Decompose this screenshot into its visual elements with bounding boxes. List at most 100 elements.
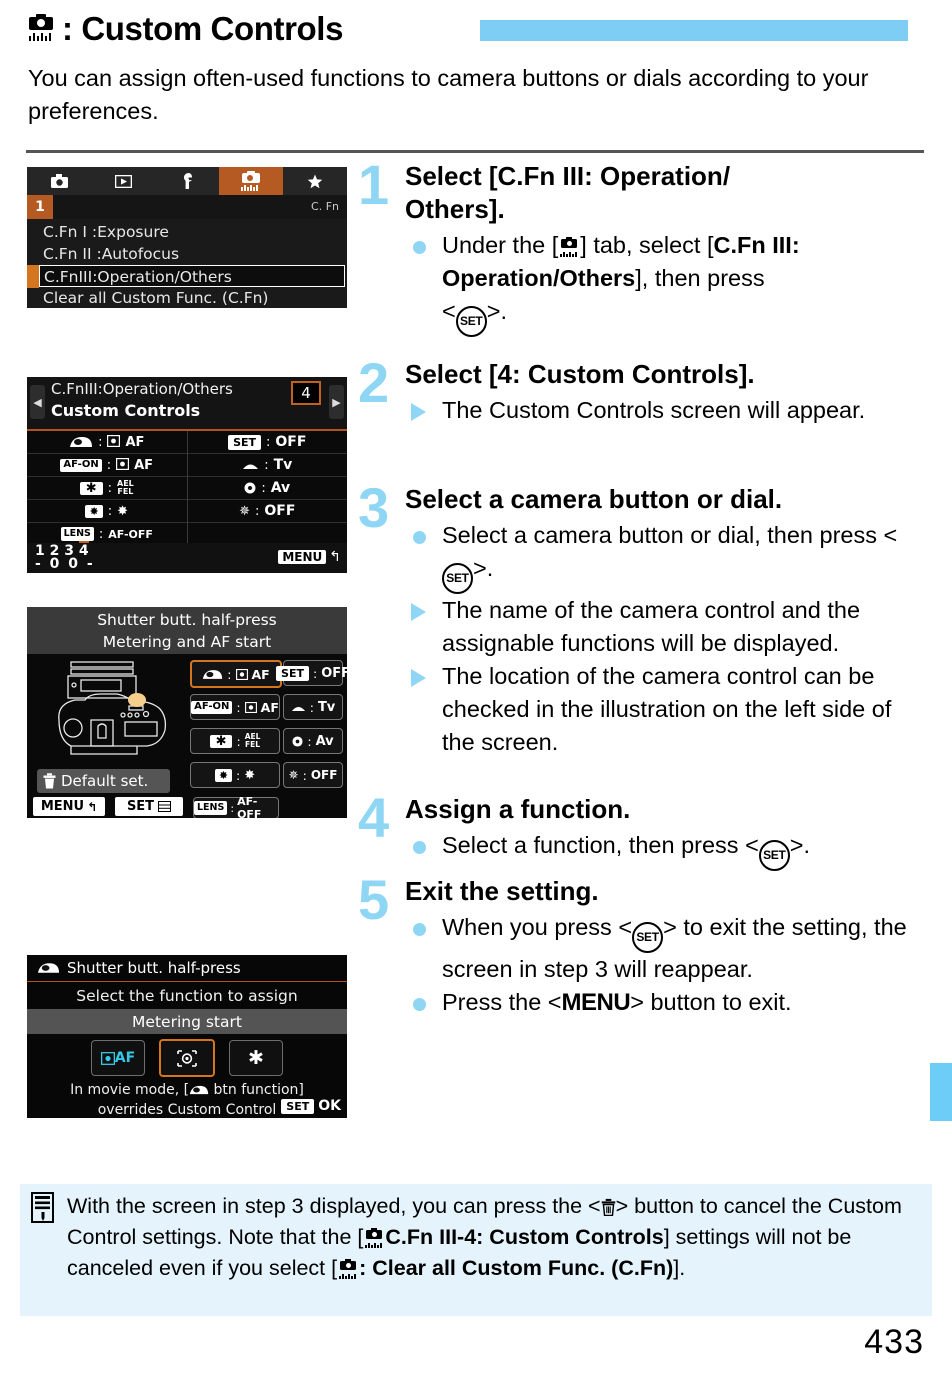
shutter-button-icon xyxy=(189,1085,209,1095)
menu-group-label: C. Fn xyxy=(311,200,339,213)
function-number-badge: 4 xyxy=(291,381,321,405)
control-button-ael[interactable]: ✱: AEL FEL xyxy=(190,728,280,754)
bullet-dot-icon xyxy=(413,841,426,854)
next-arrow-icon[interactable]: ▶ xyxy=(329,385,344,419)
default-set-label: Default set. xyxy=(61,772,149,790)
af-on-button-icon: AF-ON xyxy=(60,458,102,472)
default-set-button[interactable]: Default set. xyxy=(37,769,170,793)
camera-screenshot-step2: ◀ ▶ C.FnIII:Operation/Others Custom Cont… xyxy=(27,377,347,573)
prev-arrow-icon[interactable]: ◀ xyxy=(30,385,45,419)
assignment-row-flash[interactable]: ✸ : ✸ xyxy=(27,500,187,523)
assignment-row-main-dial[interactable]: : Tv xyxy=(187,454,347,477)
option-metering-af[interactable]: AF xyxy=(91,1040,145,1076)
step-3: 3 Select a camera button or dial. Select… xyxy=(358,480,924,793)
set-button[interactable]: SET xyxy=(115,797,183,816)
tab-shooting[interactable] xyxy=(27,167,91,195)
screen4-header: Shutter butt. half-press xyxy=(27,955,347,982)
metering-af-icon xyxy=(107,434,121,450)
control-assignment-grid: : AF AF-ON : AF ✱ : AEL FEL ✸ : ✸ LENS:… xyxy=(27,431,347,543)
ok-label: OK xyxy=(318,1098,341,1114)
option-ael[interactable]: ✱ xyxy=(229,1040,283,1076)
menu-item[interactable]: Clear all Custom Func. (C.Fn) xyxy=(27,287,347,308)
trash-icon xyxy=(601,1198,615,1216)
main-dial-icon xyxy=(243,464,259,469)
control-button-multi-controller[interactable]: ✵: OFF xyxy=(283,762,343,788)
control-button-main-dial[interactable]: : Tv xyxy=(283,694,343,720)
assignment-row-ael[interactable]: ✱ : AEL FEL xyxy=(27,477,187,500)
menu-label: MENU xyxy=(40,799,85,814)
menu-item-selected[interactable]: C.FnIII:Operation/Others xyxy=(39,265,345,287)
menu-return-button[interactable]: MENU ↰ xyxy=(278,549,341,565)
step-bullet: Select a function, then press < SET >. xyxy=(405,829,924,871)
control-button-set[interactable]: SET: OFF xyxy=(276,660,347,686)
control-button-flash[interactable]: ✸: ✸ xyxy=(190,762,280,788)
step-bullet: The name of the camera control and the a… xyxy=(405,594,924,660)
manual-page: : Custom Controls You can assign often-u… xyxy=(0,0,952,1382)
metering-start-icon xyxy=(177,1049,197,1067)
return-arrow-icon: ↰ xyxy=(87,799,98,814)
header-accent-bar xyxy=(480,20,908,41)
assignment-row-afon[interactable]: AF-ON : AF xyxy=(27,454,187,477)
set-key-label: SET xyxy=(281,1098,315,1114)
multi-controller-value: OFF xyxy=(264,503,296,519)
screen4-header-label: Shutter butt. half-press xyxy=(67,959,241,977)
menu-key-label: MENU xyxy=(561,989,631,1016)
step-number: 2 xyxy=(358,351,390,414)
tab-custom-functions[interactable] xyxy=(219,167,283,195)
main-dial-value: Tv xyxy=(273,457,293,473)
bullet-dot-icon xyxy=(413,241,426,254)
step-2: 2 Select [4: Custom Controls]. The Custo… xyxy=(358,351,924,483)
page-title: : Custom Controls xyxy=(62,10,344,47)
lens-value: AF-OFF xyxy=(108,527,153,541)
bullet-triangle-icon xyxy=(411,603,426,621)
assignment-row-multi-controller[interactable]: ✵ : OFF xyxy=(187,500,347,523)
assignment-row-empty xyxy=(188,523,348,545)
camera-screenshot-step4: Shutter butt. half-press Select the func… xyxy=(27,955,347,1118)
instruction-steps: 1 Select [C.Fn III: Operation/Others]. U… xyxy=(358,157,924,1017)
menu-tab-bar xyxy=(27,167,347,195)
note-callout: With the screen in step 3 displayed, you… xyxy=(20,1184,932,1316)
step-number: 5 xyxy=(358,868,390,931)
screen3-title-line1: Shutter butt. half-press xyxy=(97,611,277,629)
tab-playback[interactable] xyxy=(91,167,155,195)
cfn-inline-icon xyxy=(337,1259,359,1279)
ok-confirm-button[interactable]: SET OK xyxy=(281,1098,341,1114)
screen4-note-line1b: btn function] xyxy=(209,1082,304,1098)
note-text: With the screen in step 3 displayed, you… xyxy=(67,1194,902,1280)
page-marks: - 0 0 - xyxy=(35,556,95,572)
screen3-title-line2: Metering and AF start xyxy=(102,633,272,651)
horizontal-divider xyxy=(26,150,924,153)
tab-my-menu[interactable] xyxy=(283,167,347,195)
assignment-row-qc-dial[interactable]: : Av xyxy=(187,477,347,500)
assignment-row-lens[interactable]: LENS : AF-OFF xyxy=(27,523,187,545)
assignment-row-shutter[interactable]: : AF xyxy=(27,431,187,454)
tab-setup[interactable] xyxy=(155,167,219,195)
set-key-icon: SET xyxy=(455,306,487,337)
set-key-icon: SET xyxy=(442,563,473,594)
ael-fel-label: AEL FEL xyxy=(117,478,134,496)
control-button-afon[interactable]: AF-ON: AF xyxy=(190,694,280,720)
quick-control-dial-icon xyxy=(244,482,256,494)
option-metering-start[interactable] xyxy=(159,1039,215,1077)
trash-icon xyxy=(43,773,56,789)
set-label: SET xyxy=(126,799,155,814)
return-arrow-icon: ↰ xyxy=(329,549,341,565)
camera-top-view-illustration xyxy=(58,661,167,755)
screen2-title-line1: C.FnIII:Operation/Others xyxy=(51,380,233,398)
step-bullet: Press the <MENU> button to exit. xyxy=(405,986,924,1019)
selection-indicator xyxy=(27,265,39,288)
menu-item[interactable]: C.Fn I :Exposure xyxy=(27,221,347,243)
menu-item[interactable]: C.Fn II :Autofocus xyxy=(27,243,347,265)
qc-dial-value: Av xyxy=(270,480,291,496)
menu-button[interactable]: MENU ↰ xyxy=(33,797,105,816)
bullet-dot-icon xyxy=(413,923,426,936)
assignment-row-set[interactable]: SET : OFF xyxy=(187,431,347,454)
control-button-qc-dial[interactable]: : Av xyxy=(283,728,343,754)
set-key-icon: SET xyxy=(632,922,664,953)
cfn-camera-icon xyxy=(26,12,60,46)
bullet-triangle-icon xyxy=(411,669,426,687)
control-button-shutter[interactable]: : AF xyxy=(190,660,282,688)
control-button-lens[interactable]: LENS: AF-OFF xyxy=(193,795,279,818)
screen4-subtitle: Select the function to assign xyxy=(76,986,298,1005)
lens-button-icon: LENS xyxy=(60,527,94,541)
